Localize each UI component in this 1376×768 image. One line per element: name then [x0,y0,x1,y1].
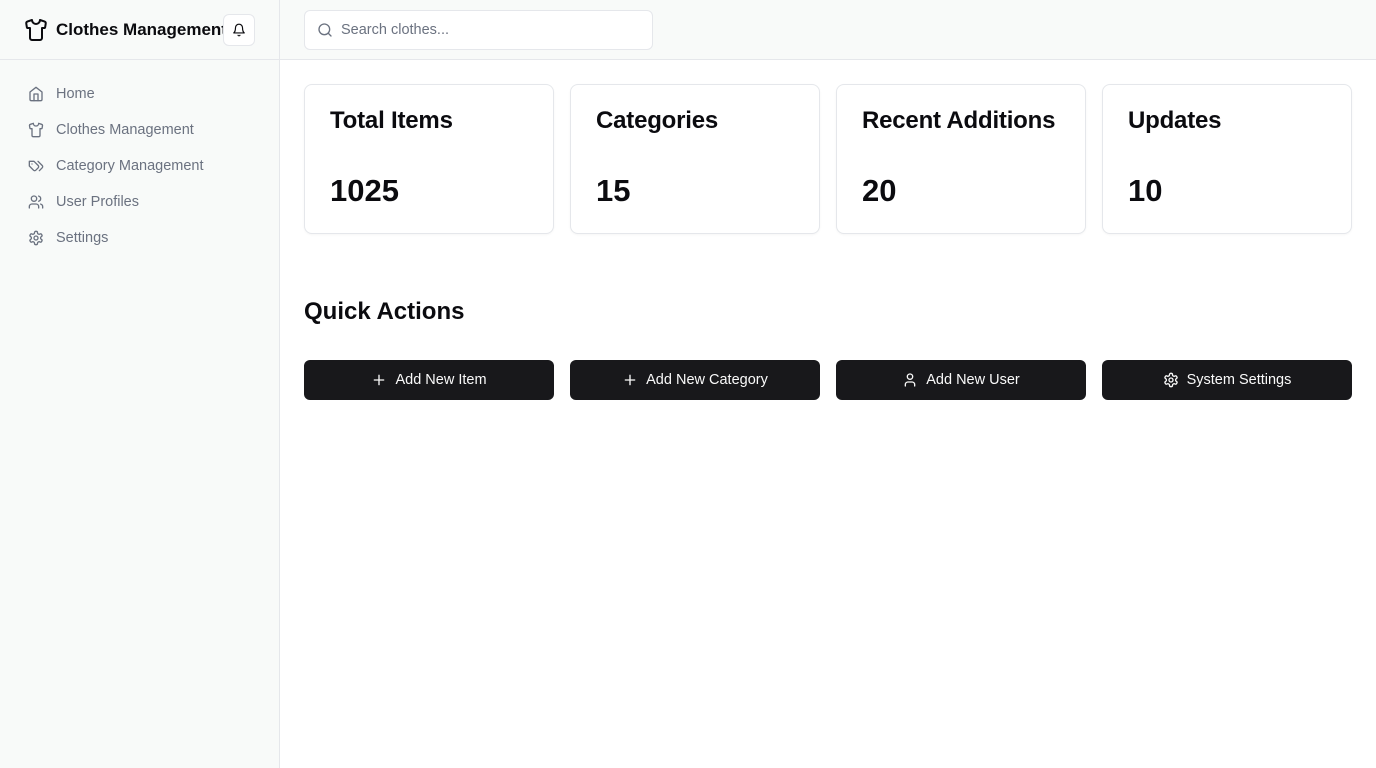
sidebar-item-label: Category Management [56,158,204,174]
add-new-user-button[interactable]: Add New User [836,360,1086,400]
plus-icon [371,372,387,388]
home-icon [28,86,44,102]
stats-row: Total Items 1025 Categories 15 Recent Ad… [304,84,1352,234]
sidebar-item-label: Settings [56,230,109,246]
button-label: Add New User [926,372,1020,388]
sidebar-item-user-profiles[interactable]: User Profiles [16,184,263,220]
sidebar: Clothes Management Home Clothes Manageme… [0,0,280,768]
quick-actions-title: Quick Actions [304,298,465,325]
add-new-item-button[interactable]: Add New Item [304,360,554,400]
search-box[interactable] [304,10,653,50]
sidebar-item-label: User Profiles [56,194,139,210]
add-new-category-button[interactable]: Add New Category [570,360,820,400]
quick-actions-row: Add New Item Add New Category Add New Us… [304,360,1352,400]
sidebar-nav: Home Clothes Management Category Managem… [0,60,279,256]
bell-icon [232,23,246,37]
main-content: Total Items 1025 Categories 15 Recent Ad… [304,84,1352,400]
plus-icon [622,372,638,388]
stat-title: Recent Additions [862,107,1056,134]
stat-value: 10 [1128,173,1163,208]
sidebar-item-settings[interactable]: Settings [16,220,263,256]
shirt-icon [24,18,48,42]
user-icon [902,372,918,388]
system-settings-button[interactable]: System Settings [1102,360,1352,400]
app-title: Clothes Management [56,19,227,39]
top-bar [280,0,1376,60]
gear-icon [28,230,44,246]
button-label: Add New Category [646,372,768,388]
stat-title: Categories [596,107,719,134]
brand-header: Clothes Management [0,0,279,60]
users-icon [28,194,44,210]
stat-value: 15 [596,173,631,208]
stat-value: 20 [862,173,897,208]
sidebar-item-label: Home [56,86,95,102]
stat-value: 1025 [330,173,399,208]
sidebar-item-category-management[interactable]: Category Management [16,148,263,184]
tags-icon [28,158,44,174]
stat-card-recent-additions: Recent Additions 20 [836,84,1086,234]
sidebar-item-home[interactable]: Home [16,76,263,112]
stat-title: Updates [1128,107,1222,134]
stat-card-updates: Updates 10 [1102,84,1352,234]
search-icon [317,22,333,38]
stat-card-categories: Categories 15 [570,84,820,234]
search-input[interactable] [341,22,631,38]
button-label: System Settings [1186,372,1292,388]
stat-card-total-items: Total Items 1025 [304,84,554,234]
shirt-icon [28,122,44,138]
stat-title: Total Items [330,107,453,134]
notifications-button[interactable] [223,14,255,46]
button-label: Add New Item [395,372,487,388]
gear-icon [1163,372,1179,388]
sidebar-item-label: Clothes Management [56,122,194,138]
sidebar-item-clothes-management[interactable]: Clothes Management [16,112,263,148]
